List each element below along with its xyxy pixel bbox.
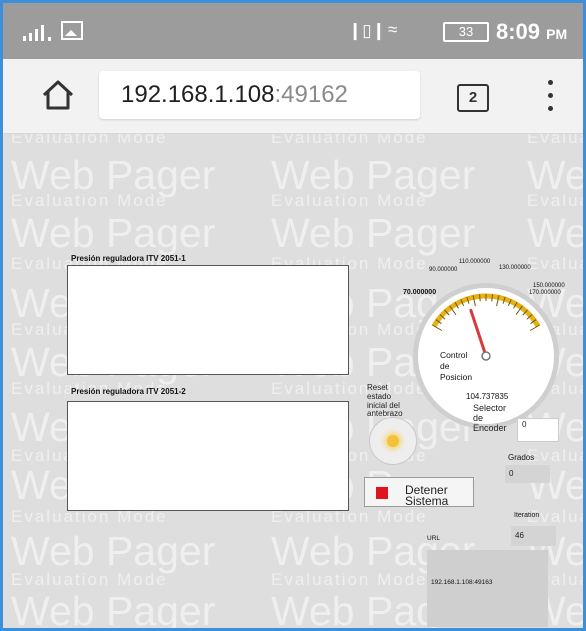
gauge-tick-label: 150.000000: [533, 283, 565, 289]
browser-toolbar: 192.168.1.108:49162 2: [3, 59, 583, 134]
chart-title: Presión reguladora ITV 2051-1: [71, 254, 186, 263]
clock: 8:09 PM: [496, 19, 567, 45]
stop-system-label: Detener Sistema: [405, 484, 449, 508]
url-host: 192.168.1.108: [121, 81, 275, 108]
selector-label: Selector de Encoder: [473, 403, 507, 434]
watermark-text: Evaluation Mode: [11, 570, 168, 589]
gauge-value: 104.737835: [466, 392, 509, 401]
chart-title: Presión reguladora ITV 2051-2: [71, 387, 186, 396]
gauge-label-line: de: [440, 361, 450, 371]
clock-time: 8:09: [496, 19, 541, 44]
gauge-tick-label: 110.000000: [459, 259, 491, 265]
gauge-label-line: Control: [440, 350, 468, 360]
pressure-chart-2: [67, 401, 349, 511]
reset-knob-button[interactable]: [369, 417, 417, 465]
signal-icon: [23, 25, 51, 41]
gauge-tick: [432, 324, 443, 331]
overflow-menu-icon[interactable]: [543, 79, 557, 113]
watermark-text: Evaluation Mode: [527, 134, 583, 147]
encoder-selector-value: 0: [522, 420, 527, 429]
watermark-text: Web Pager: [527, 152, 586, 198]
image-notification-icon: [61, 21, 83, 40]
watermark-text: Evaluation Mode: [11, 191, 168, 210]
watermark-text: Web Pager: [11, 528, 216, 574]
watermark-text: Web Pager: [271, 210, 476, 256]
tab-switcher-button[interactable]: 2: [457, 84, 489, 112]
watermark-text: Web Pager: [271, 152, 476, 198]
watermark-text: Web Pager: [11, 588, 216, 631]
status-bar: ❙▯❙ ≈ 33 8:09 PM: [3, 3, 583, 59]
watermark-text: Evaluation Mode: [527, 254, 583, 273]
watermark-text: Evaluation Mode: [271, 191, 428, 210]
indicator-light: [387, 435, 399, 447]
watermark-text: Evaluation Mode: [271, 379, 428, 398]
gauge-tick-label: 70.000000: [403, 289, 437, 296]
gauge-label-line: Posicion: [440, 372, 473, 382]
iteration-value: 46: [515, 531, 524, 540]
battery-icon: 33: [443, 22, 489, 42]
wifi-icon: ≈: [388, 20, 398, 39]
watermark-text: Web Pager: [11, 210, 216, 256]
pressure-chart-1: [67, 265, 349, 375]
watermark-text: Evaluation Mode: [527, 191, 583, 210]
url-display: 192.168.1.108:49163: [427, 550, 548, 627]
url-port: :49162: [274, 81, 348, 108]
stop-icon: [376, 487, 388, 499]
clock-ampm: PM: [546, 26, 568, 42]
selector-label-line: Encoder: [473, 422, 507, 433]
gauge-tick-label: 90.000000: [429, 267, 458, 273]
home-icon[interactable]: [41, 79, 75, 111]
url-label: URL: [427, 535, 441, 542]
watermark-text: Evaluation Mode: [527, 446, 583, 465]
grados-field: 0: [505, 465, 550, 483]
phone-screen: ❙▯❙ ≈ 33 8:09 PM 192.168.1.108:49162 2 E…: [0, 0, 586, 631]
stop-label-line: Sistema: [405, 494, 449, 508]
vibrate-icon: ❙▯❙: [348, 21, 386, 40]
gauge-tick-label: 130.000000: [499, 265, 531, 271]
iteration-field: 46: [511, 526, 556, 546]
iteration-label: Iteration: [514, 512, 540, 519]
stop-system-button[interactable]: Detener Sistema: [364, 477, 474, 507]
watermark-text: Evaluation Mode: [271, 134, 428, 147]
watermark-text: Web Pager: [11, 152, 216, 198]
address-bar[interactable]: 192.168.1.108:49162: [99, 71, 420, 119]
watermark-text: Evaluation Mode: [271, 570, 428, 589]
watermark-text: Evaluation Mode: [11, 134, 168, 147]
encoder-selector-input[interactable]: 0: [517, 418, 559, 442]
grados-value: 0: [509, 469, 514, 478]
gauge-tick: [529, 324, 540, 331]
gauge-tick-label: 170.000000: [529, 290, 561, 296]
watermark-text: Web Pager: [527, 210, 586, 256]
reset-label: Reset estado inicial del antebrazo: [367, 383, 403, 419]
grados-label: Grados: [508, 453, 535, 462]
url-value: 192.168.1.108:49163: [431, 579, 493, 586]
